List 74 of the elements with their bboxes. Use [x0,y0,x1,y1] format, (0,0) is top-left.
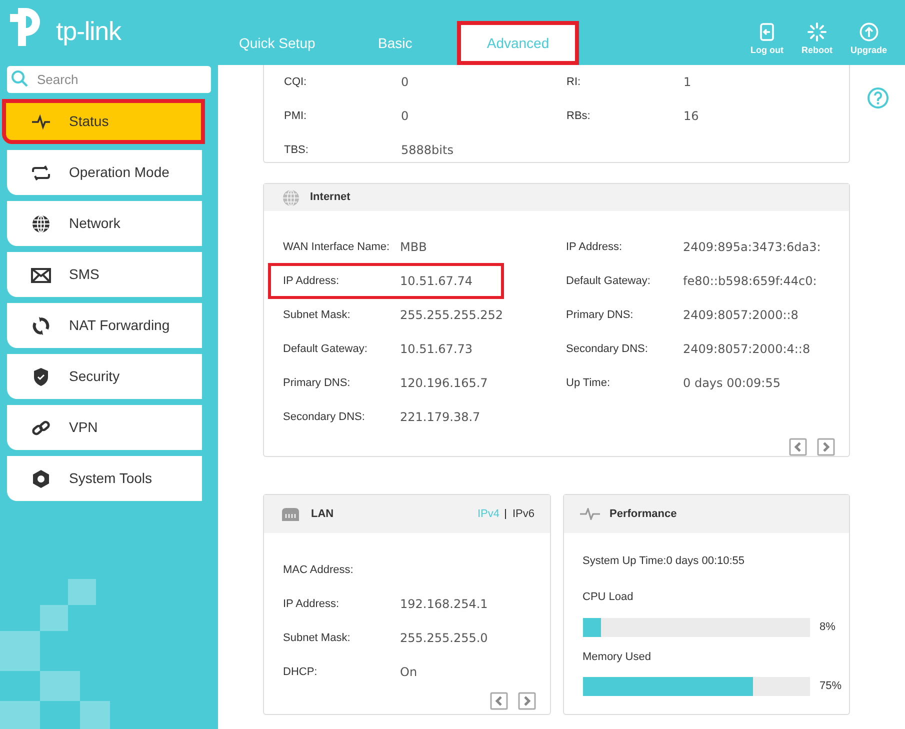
field-label: Primary DNS: [566,308,634,323]
field-label: IP Address: [283,274,340,289]
shield-icon [31,366,51,386]
gear-icon [31,468,51,488]
search-field[interactable]: Search [7,66,211,93]
sidebar-item[interactable]: System Tools [7,456,202,501]
field-label: RI: [566,74,582,90]
uptime-text: System Up Time:0 days 00:10:55 [582,554,746,567]
next-page-button[interactable] [518,692,536,710]
field-value: 2409:895a:3473:6da3: [683,239,821,256]
version-tab[interactable]: IPv6 [512,506,534,522]
sidebar-item[interactable]: Security [7,354,202,399]
sidebar-item[interactable]: Status [2,99,205,144]
field-value: 192.168.254.1 [400,596,488,613]
previous-page-button[interactable] [490,692,508,710]
meter-label: Memory Used [582,650,652,664]
help-icon[interactable] [866,87,888,109]
meter-reading: 8% [820,620,836,635]
ethernet-icon [281,507,300,521]
pulse-icon [580,508,600,520]
field-value: 255.255.255.252 [400,307,504,324]
brand-name: tp-link [56,18,121,44]
sidebar-item[interactable]: SMS [7,252,202,297]
field-value: 1 [684,74,692,91]
field-value: 2409:8057:2000:4::8 [683,341,810,358]
field-value: MBB [400,239,427,256]
field-label: Default Gateway: [283,342,368,357]
globe-icon [282,188,300,206]
field-value: 0 [401,108,409,125]
previous-page-button[interactable] [789,438,807,456]
sidebar-item[interactable]: NAT Forwarding [7,303,202,348]
field-label: MAC Address: [283,562,354,578]
field-value: fe80::b598:659f:44c0: [683,273,817,290]
field-label: IP Address: [283,596,340,612]
field-label: Up Time: [566,376,612,391]
reboot-icon [806,22,827,42]
sidebar-item[interactable]: VPN [7,405,202,450]
next-page-button[interactable] [817,438,835,456]
field-label: RBs: [566,108,592,124]
field-value: 120.196.165.7 [400,375,488,392]
field-label: Subnet Mask: [283,630,352,646]
field-value: 0 [401,74,409,91]
field-label: Primary DNS: [283,376,352,391]
field-label: Subnet Mask: [283,308,352,323]
swap-icon [31,162,51,182]
field-value: 10.51.67.74 [400,273,473,290]
field-label: Secondary DNS: [566,342,649,357]
field-label: Default Gateway: [566,274,652,289]
sidebar-item[interactable]: Network [7,201,202,246]
field-label: CQI: [284,74,308,90]
globe-icon [31,214,51,234]
card-title: LAN [311,506,334,522]
field-value: 10.51.67.73 [400,341,473,358]
field-value: 16 [684,108,699,125]
field-value: 2409:8057:2000::8 [683,307,798,324]
field-value: 0 days 00:09:55 [683,375,780,392]
field-label: PMI: [284,108,308,124]
field-value: 255.255.255.0 [400,630,488,647]
field-value: 5888bits [401,142,454,159]
field-value: 221.179.38.7 [400,409,480,426]
field-value: On [400,664,418,681]
meter-reading: 75% [820,679,842,694]
field-label: Secondary DNS: [283,410,366,425]
field-label: TBS: [284,142,310,158]
field-label: DHCP: [283,664,318,680]
meter-label: CPU Load [582,590,634,605]
pulse-icon [31,112,51,132]
card-title: Performance [610,506,677,522]
sidebar-item[interactable]: Operation Mode [7,150,202,195]
cycle-icon [31,316,51,336]
field-label: WAN Interface Name: [283,240,391,255]
upload-icon [858,22,879,42]
field-label: IP Address: [566,240,624,255]
card-title: Internet [310,190,350,206]
